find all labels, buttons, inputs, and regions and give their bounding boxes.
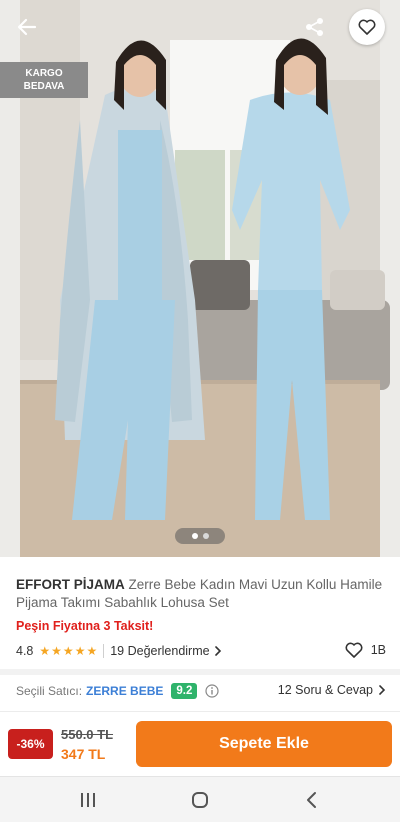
reviews-link[interactable]: 19 Değerlendirme — [110, 644, 221, 658]
installment-promo: Peşin Fiyatına 3 Taksit! — [16, 619, 154, 633]
likes-count: 1B — [370, 643, 386, 657]
heart-icon — [345, 642, 363, 658]
pager-dot-active[interactable] — [191, 533, 198, 539]
seller-label: Seçili Satıcı: — [16, 684, 83, 698]
chevron-right-icon — [379, 685, 386, 695]
divider — [103, 644, 105, 658]
share-button[interactable] — [298, 10, 332, 44]
questions-label: 12 Soru & Cevap — [277, 683, 373, 697]
seller-score-badge: 9.2 — [171, 683, 198, 699]
star-icon: ★ — [74, 644, 86, 658]
likes-button[interactable]: 1B — [345, 642, 386, 658]
star-icon: ★ — [62, 644, 74, 658]
product-image[interactable]: KARGO BEDAVA — [0, 0, 400, 557]
questions-link[interactable]: 12 Soru & Cevap — [278, 683, 386, 697]
add-to-cart-button[interactable]: Sepete Ekle — [136, 721, 392, 767]
free-shipping-badge: KARGO BEDAVA — [0, 62, 88, 98]
back-arrow-icon — [17, 18, 37, 36]
rating-row: 4.8 ★ ★ ★ ★ ★ 19 Değerlendirme 1B — [16, 642, 386, 660]
recent-apps-icon — [81, 793, 95, 807]
back-button[interactable] — [10, 10, 44, 44]
star-icon: ★ — [39, 644, 51, 658]
free-shipping-line1: KARGO — [25, 68, 63, 79]
chevron-right-icon — [214, 646, 221, 656]
system-nav-bar — [0, 776, 400, 822]
current-price: 347 TL — [61, 746, 106, 762]
seller-name-link[interactable]: ZERRE BEBE — [86, 684, 163, 698]
image-pager[interactable] — [175, 528, 225, 544]
star-icon: ★ — [51, 644, 62, 658]
seller-row: Seçili Satıcı: ZERRE BEBE 9.2 12 Soru & … — [16, 681, 386, 701]
product-brand[interactable]: EFFORT PİJAMA — [16, 577, 125, 592]
rating-score: 4.8 — [16, 644, 34, 658]
back-icon — [307, 792, 316, 808]
product-title: EFFORT PİJAMA Zerre Bebe Kadın Mavi Uzun… — [16, 576, 386, 612]
home-icon — [192, 792, 208, 808]
divider — [0, 711, 400, 712]
favorite-button[interactable] — [349, 9, 385, 45]
section-divider — [0, 669, 400, 675]
old-price: 550.0 TL — [61, 727, 114, 742]
recent-apps-button[interactable] — [76, 789, 100, 811]
system-back-button[interactable] — [300, 789, 324, 811]
reviews-label: 19 Değerlendirme — [110, 644, 210, 658]
info-icon[interactable] — [205, 684, 219, 698]
share-icon — [306, 18, 323, 36]
home-button[interactable] — [188, 789, 212, 811]
heart-icon — [358, 19, 376, 35]
star-icon: ★ — [86, 644, 98, 658]
rating-stars: ★ ★ ★ ★ ★ — [39, 645, 97, 657]
discount-badge: -36% — [8, 729, 53, 759]
pager-dot[interactable] — [202, 533, 209, 539]
free-shipping-line2: BEDAVA — [23, 81, 65, 92]
